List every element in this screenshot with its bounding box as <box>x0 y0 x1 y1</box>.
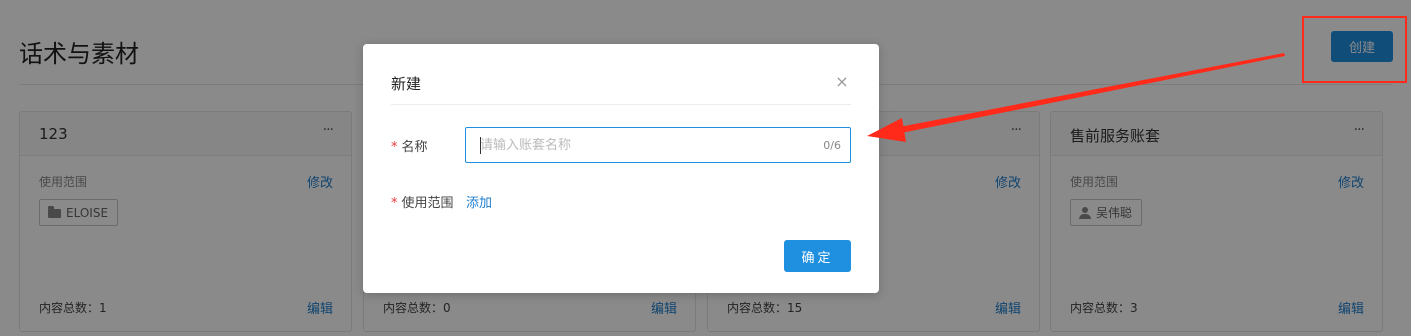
scope-label-text: 使用范围 <box>401 196 454 211</box>
annotation-highlight-box <box>1302 16 1407 83</box>
dialog-divider <box>391 104 851 105</box>
confirm-button[interactable]: 确定 <box>784 240 851 272</box>
close-icon[interactable]: × <box>833 72 851 91</box>
text-caret <box>480 137 481 154</box>
add-scope-link[interactable]: 添加 <box>466 192 492 211</box>
scope-field-label: * 使用范围 <box>391 192 454 211</box>
name-label-text: 名称 <box>401 140 428 155</box>
char-counter: 0/6 <box>823 139 841 152</box>
required-mark: * <box>391 140 398 155</box>
name-field-label: * 名称 <box>391 136 428 155</box>
dialog-title: 新建 <box>391 75 422 93</box>
required-mark: * <box>391 196 398 211</box>
name-input-wrapper: 0/6 <box>465 127 851 163</box>
create-dialog: 新建 × *名称 0/6 *使用范围 添加 确定 <box>363 44 879 293</box>
name-input[interactable] <box>480 136 810 154</box>
